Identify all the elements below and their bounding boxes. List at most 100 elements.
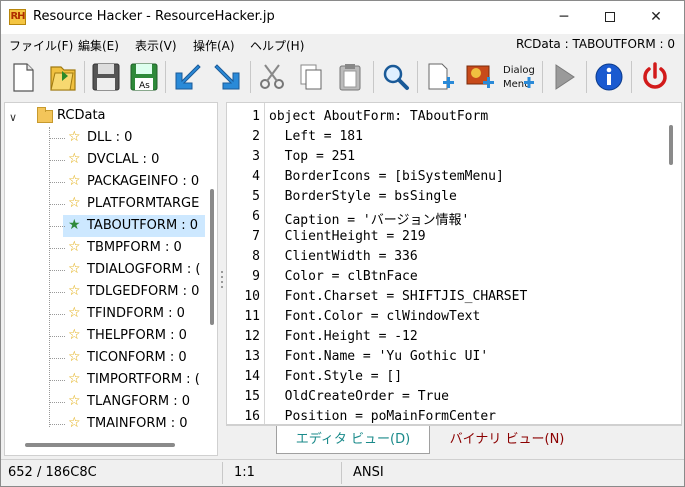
copy-button[interactable] <box>293 59 329 95</box>
menu-file[interactable]: ファイル(F) <box>9 37 73 54</box>
code-line[interactable]: Left = 181 <box>269 129 363 144</box>
pane-splitter[interactable] <box>219 102 225 456</box>
new-file-button[interactable] <box>5 59 41 95</box>
find-button[interactable] <box>378 59 414 95</box>
cut-button[interactable] <box>254 59 290 95</box>
open-file-button[interactable] <box>45 59 81 95</box>
tree-item-label: TBMPFORM : 0 <box>87 240 182 255</box>
menu-action[interactable]: 操作(A) <box>193 37 235 54</box>
splitter-grip-dot <box>221 276 223 278</box>
code-line[interactable]: ClientWidth = 336 <box>269 249 418 264</box>
tree-item[interactable]: ☆ TFINDFORM : 0 <box>5 303 217 325</box>
tree-item[interactable]: ☆ PLATFORMTARGE <box>5 193 217 215</box>
tree-connector <box>49 138 65 139</box>
code-line[interactable]: object AboutForm: TAboutForm <box>269 109 488 124</box>
line-number: 13 <box>244 349 260 364</box>
line-number: 5 <box>252 189 260 204</box>
tree-item-label: TFINDFORM : 0 <box>87 306 185 321</box>
tab-editor-view[interactable]: エディタ ビュー(D) <box>276 426 430 454</box>
run-button[interactable] <box>546 59 582 95</box>
about-button[interactable] <box>591 59 627 95</box>
info-icon <box>595 63 623 91</box>
apply-button[interactable] <box>209 59 245 95</box>
save-icon <box>92 63 120 91</box>
tree-item[interactable]: ☆ TIMPORTFORM : ( <box>5 369 217 391</box>
toolbar-separator <box>631 61 632 93</box>
star-icon: ☆ <box>68 173 81 189</box>
code-line[interactable]: BorderIcons = [biSystemMenu] <box>269 169 504 184</box>
maximize-button[interactable] <box>587 1 633 34</box>
tree-connector <box>49 358 65 359</box>
status-encoding: ANSI <box>353 465 384 480</box>
tree-horizontal-scrollbar[interactable] <box>25 443 175 447</box>
line-number: 11 <box>244 309 260 324</box>
save-as-icon: As <box>130 63 158 91</box>
window-title: Resource Hacker - ResourceHacker.jp <box>33 9 275 24</box>
compile-button[interactable] <box>170 59 206 95</box>
status-separator <box>341 462 342 484</box>
add-image-button[interactable] <box>461 59 497 95</box>
code-line[interactable]: ClientHeight = 219 <box>269 229 426 244</box>
tree-item[interactable]: ☆ TDIALOGFORM : ( <box>5 259 217 281</box>
star-icon: ☆ <box>68 261 81 277</box>
tree-item-selected[interactable]: ★ TABOUTFORM : 0 <box>63 215 205 237</box>
code-line[interactable]: BorderStyle = bsSingle <box>269 189 457 204</box>
tree-vertical-scrollbar[interactable] <box>210 189 214 325</box>
folder-icon <box>37 107 53 123</box>
code-line[interactable]: Position = poMainFormCenter <box>269 409 496 424</box>
tree-item-label: TLANGFORM : 0 <box>87 394 191 409</box>
line-number: 15 <box>244 389 260 404</box>
resource-tree[interactable]: ∨ RCData ☆ DLL : 0 ☆ DVCLAL : 0 ☆ PACKAG… <box>4 102 218 456</box>
tree-item[interactable]: ☆ DLL : 0 <box>5 127 217 149</box>
tree-item-label: PLATFORMTARGE <box>87 196 200 211</box>
line-number: 4 <box>252 169 260 184</box>
menu-help[interactable]: ヘルプ(H) <box>250 37 304 54</box>
code-line[interactable]: Font.Color = clWindowText <box>269 309 481 324</box>
tree-item[interactable]: ☆ THELPFORM : 0 <box>5 325 217 347</box>
tree-item-label: THELPFORM : 0 <box>87 328 187 343</box>
tree-item[interactable]: ☆ TICONFORM : 0 <box>5 347 217 369</box>
tree-connector <box>49 270 65 271</box>
tree-item-label: DLL : 0 <box>87 130 133 145</box>
tree-connector <box>49 314 65 315</box>
tree-root[interactable]: ∨ RCData <box>5 105 217 127</box>
tree-connector <box>49 248 65 249</box>
close-button[interactable]: ✕ <box>633 1 679 34</box>
menu-view[interactable]: 表示(V) <box>135 37 177 54</box>
arrow-down-left-icon <box>175 64 201 90</box>
script-editor[interactable]: 1 2 3 4 5 6 7 8 9 10 11 12 13 14 15 16 o… <box>226 102 682 425</box>
code-line[interactable]: Font.Height = -12 <box>269 329 418 344</box>
tree-item[interactable]: ☆ TDLGEDFORM : 0 <box>5 281 217 303</box>
code-line[interactable]: Color = clBtnFace <box>269 269 418 284</box>
minimize-button[interactable]: ─ <box>541 1 587 34</box>
paste-button[interactable] <box>332 59 368 95</box>
toolbar-separator <box>417 61 418 93</box>
code-line[interactable]: OldCreateOrder = True <box>269 389 449 404</box>
view-tabs: エディタ ビュー(D) バイナリ ビュー(N) <box>226 425 682 454</box>
app-icon: RH <box>9 9 26 25</box>
add-dialog-button[interactable]: Dialog Menu <box>500 59 536 95</box>
add-resource-button[interactable] <box>421 59 457 95</box>
code-line[interactable]: Caption = 'バージョン情報' <box>269 209 470 228</box>
save-as-button[interactable]: As <box>126 59 162 95</box>
tab-binary-view[interactable]: バイナリ ビュー(N) <box>430 426 584 454</box>
tree-item[interactable]: ☆ PACKAGEINFO : 0 <box>5 171 217 193</box>
star-icon: ☆ <box>68 151 81 167</box>
line-number-gutter: 1 2 3 4 5 6 7 8 9 10 11 12 13 14 15 16 <box>227 103 265 424</box>
save-button[interactable] <box>88 59 124 95</box>
code-line[interactable]: Font.Name = 'Yu Gothic UI' <box>269 349 489 364</box>
code-line[interactable]: Font.Charset = SHIFTJIS_CHARSET <box>269 289 528 304</box>
tree-item[interactable]: ☆ DVCLAL : 0 <box>5 149 217 171</box>
menu-edit[interactable]: 編集(E) <box>78 37 119 54</box>
code-line[interactable]: Top = 251 <box>269 149 355 164</box>
tree-item[interactable]: ☆ TMAINFORM : 0 <box>5 413 217 435</box>
exit-button[interactable] <box>637 59 673 95</box>
code-line[interactable]: Font.Style = [] <box>269 369 402 384</box>
splitter-grip-dot <box>221 286 223 288</box>
chevron-down-icon[interactable]: ∨ <box>9 111 17 124</box>
tree-item[interactable]: ☆ TBMPFORM : 0 <box>5 237 217 259</box>
tree-item[interactable]: ☆ TLANGFORM : 0 <box>5 391 217 413</box>
editor-vertical-scrollbar[interactable] <box>669 125 673 165</box>
new-file-icon <box>13 63 34 92</box>
status-separator <box>222 462 223 484</box>
